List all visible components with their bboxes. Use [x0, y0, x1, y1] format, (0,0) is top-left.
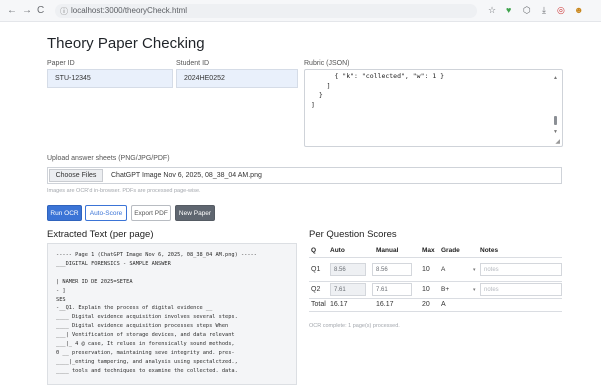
row-divider	[309, 281, 562, 282]
forward-icon[interactable]: →	[22, 5, 32, 16]
reload-icon[interactable]: C	[37, 5, 44, 16]
rubric-json-text: { "k": "collected", "w": 1 } ] } ]	[311, 72, 445, 109]
row-q2-notes-input[interactable]: notes	[480, 283, 562, 296]
rubric-json-textarea[interactable]: { "k": "collected", "w": 1 } ] } ] ▲ ▼ ◢	[304, 69, 563, 147]
chevron-down-icon: ▾	[473, 287, 476, 293]
extension-icon[interactable]: ♥	[506, 5, 511, 16]
upload-hint: Images are OCR'd in-browser. PDFs are pr…	[47, 188, 201, 194]
chevron-down-icon: ▾	[473, 267, 476, 273]
address-bar[interactable]: ⓘ localhost:3000/theoryCheck.html	[55, 4, 477, 18]
row-divider	[309, 298, 562, 299]
paper-id-input[interactable]: STU-12345	[47, 69, 173, 88]
scrollbar-thumb[interactable]	[554, 116, 557, 125]
total-label: Total	[311, 301, 326, 308]
total-auto: 16.17	[330, 301, 348, 308]
col-header-q: Q	[311, 247, 317, 254]
file-upload-input[interactable]: Choose Files ChatGPT Image Nov 6, 2025, …	[47, 167, 562, 184]
new-paper-button[interactable]: New Paper	[175, 205, 215, 221]
total-divider	[309, 311, 562, 312]
run-ocr-button[interactable]: Run OCR	[47, 205, 82, 221]
row-q2-grade-value: B+	[441, 286, 450, 293]
ocr-status-note: OCR complete: 1 page(s) processed.	[309, 323, 400, 329]
auto-score-button[interactable]: Auto-Score	[85, 205, 127, 221]
selected-file-name: ChatGPT Image Nov 6, 2025, 08_38_04 AM.p…	[111, 172, 262, 179]
extracted-text-content: ----- Page 1 (ChatGPT Image Nov 6, 2025,…	[56, 252, 257, 374]
rubric-label: Rubric (JSON)	[304, 60, 350, 67]
col-header-notes: Notes	[480, 247, 499, 254]
extracted-text-panel[interactable]: ----- Page 1 (ChatGPT Image Nov 6, 2025,…	[47, 243, 297, 385]
row-q1-auto-score: 8.56	[330, 263, 366, 276]
paper-id-label: Paper ID	[47, 60, 75, 67]
total-manual: 16.17	[376, 301, 394, 308]
col-header-grade: Grade	[441, 247, 460, 254]
browser-toolbar: ← → C ⓘ localhost:3000/theoryCheck.html …	[0, 0, 601, 22]
row-q1-max: 10	[422, 266, 430, 273]
total-max: 20	[422, 301, 430, 308]
scroll-up-arrow-icon[interactable]: ▲	[553, 75, 558, 81]
pdf-tool-icon[interactable]: ◎	[557, 5, 565, 16]
student-id-input[interactable]: 2024HE0252	[176, 69, 298, 88]
export-pdf-button[interactable]: Export PDF	[131, 205, 171, 221]
row-q2-auto-score: 7.61	[330, 283, 366, 296]
choose-files-button[interactable]: Choose Files	[49, 169, 103, 182]
total-grade: A	[441, 301, 446, 308]
page-title: Theory Paper Checking	[47, 35, 205, 52]
col-header-max: Max	[422, 247, 435, 254]
profile-avatar-icon[interactable]: ☻	[574, 5, 583, 16]
puzzle-icon[interactable]: ⬡	[523, 5, 531, 16]
col-header-auto: Auto	[330, 247, 345, 254]
table-header-divider	[309, 257, 562, 258]
upload-label: Upload answer sheets (PNG/JPG/PDF)	[47, 155, 170, 162]
bookmark-star-icon[interactable]: ☆	[488, 5, 496, 16]
scores-heading: Per Question Scores	[309, 229, 397, 240]
row-q2-manual-input[interactable]: 7.61	[372, 283, 412, 296]
site-info-icon[interactable]: ⓘ	[60, 6, 68, 17]
row-q2-max: 10	[422, 286, 430, 293]
resize-grip-icon[interactable]: ◢	[555, 138, 560, 145]
student-id-label: Student ID	[176, 60, 210, 67]
scroll-down-arrow-icon[interactable]: ▼	[553, 129, 558, 135]
row-q1-grade-select[interactable]: A ▾	[441, 266, 481, 279]
col-header-manual: Manual	[376, 247, 399, 254]
row-q2-label: Q2	[311, 286, 321, 293]
back-icon[interactable]: ←	[7, 5, 17, 16]
extracted-text-heading: Extracted Text (per page)	[47, 229, 154, 240]
row-q1-grade-value: A	[441, 266, 446, 273]
row-q1-label: Q1	[311, 266, 321, 273]
url-text: localhost:3000/theoryCheck.html	[71, 6, 188, 15]
download-icon[interactable]: ⤓	[542, 5, 546, 16]
row-q1-manual-input[interactable]: 8.56	[372, 263, 412, 276]
row-q1-notes-input[interactable]: notes	[480, 263, 562, 276]
